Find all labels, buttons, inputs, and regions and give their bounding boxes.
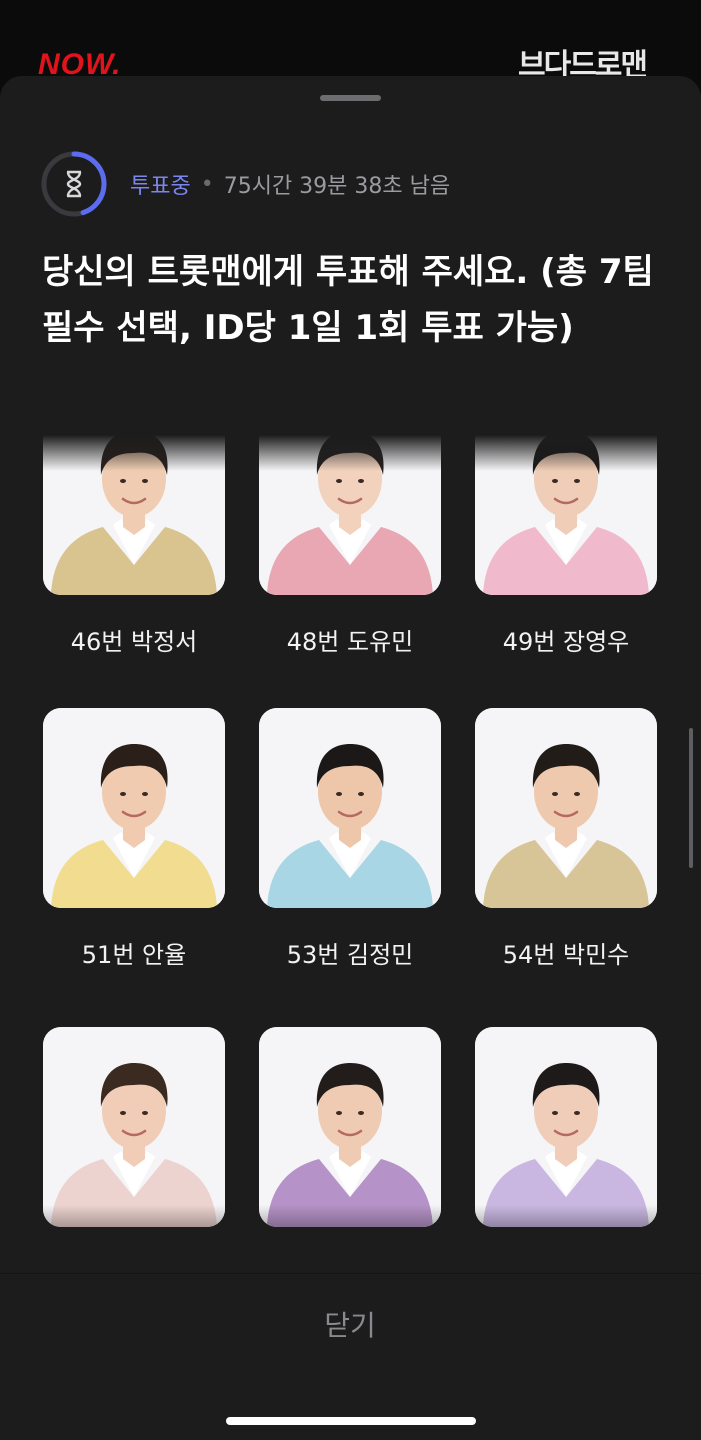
- candidate-grid: 46번 박정서 48번 도유민 49번 장영우 51번 안율 53번 김정민 54번 박민…: [0, 435, 701, 1273]
- candidate-photo[interactable]: [43, 435, 225, 595]
- candidate-card[interactable]: 54번 박민수: [475, 708, 657, 970]
- candidate-card[interactable]: 51번 안율: [43, 708, 225, 970]
- close-button[interactable]: 닫기: [250, 1296, 450, 1356]
- candidate-photo[interactable]: [259, 435, 441, 595]
- candidate-photo[interactable]: [475, 435, 657, 595]
- status-separator: •: [200, 171, 214, 197]
- sheet-footer: 닫기: [0, 1273, 701, 1440]
- hourglass-timer-icon: [40, 150, 108, 218]
- candidate-name: 53번 김정민: [286, 941, 414, 969]
- time-remaining: 75시간 39분 38초 남음: [223, 174, 451, 199]
- candidate-photo[interactable]: [43, 1027, 225, 1227]
- vote-title: 당신의 트롯맨에게 투표해 주세요. (총 7팀 필수 선택, ID당 1일 1…: [42, 252, 654, 348]
- candidate-card[interactable]: 53번 김정민: [259, 708, 441, 970]
- candidate-name: 49번 장영우: [502, 628, 630, 656]
- candidate-name: 48번 도유민: [286, 628, 414, 656]
- vote-status-label: 투표중: [130, 174, 191, 199]
- candidate-card[interactable]: [259, 1027, 441, 1254]
- candidate-photo[interactable]: [259, 708, 441, 908]
- candidate-card[interactable]: 48번 도유민: [259, 435, 441, 657]
- vote-status-row: 투표중 • 75시간 39분 38초 남음: [40, 150, 450, 218]
- candidate-card[interactable]: [475, 1027, 657, 1254]
- home-indicator: [226, 1417, 476, 1425]
- candidate-name: 46번 박정서: [70, 628, 198, 656]
- candidate-photo[interactable]: [475, 708, 657, 908]
- candidate-card[interactable]: [43, 1027, 225, 1254]
- candidate-photo[interactable]: [43, 708, 225, 908]
- candidate-card[interactable]: 49번 장영우: [475, 435, 657, 657]
- candidate-photo[interactable]: [259, 1027, 441, 1227]
- candidate-photo[interactable]: [475, 1027, 657, 1227]
- candidate-name: 51번 안율: [81, 941, 187, 969]
- candidate-card[interactable]: 46번 박정서: [43, 435, 225, 657]
- vote-bottom-sheet: 투표중 • 75시간 39분 38초 남음 당신의 트롯맨에게 투표해 주세요.…: [0, 76, 701, 1440]
- scrollbar[interactable]: [689, 728, 693, 868]
- candidate-name: 54번 박민수: [502, 941, 630, 969]
- drag-handle[interactable]: [320, 95, 381, 101]
